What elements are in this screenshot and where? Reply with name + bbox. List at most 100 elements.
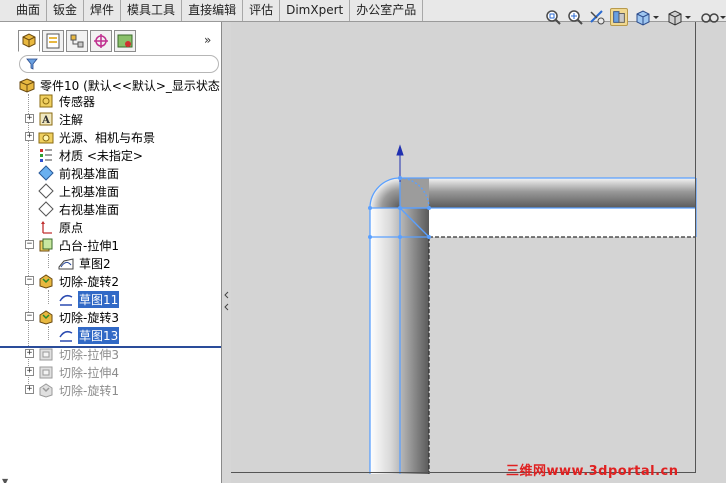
tree-item-top-plane[interactable]: 上视基准面 (38, 182, 120, 200)
tab-dimxpert[interactable]: DimXpert (280, 0, 351, 21)
tab-mold-tools[interactable]: 模具工具 (121, 0, 183, 21)
expand-toggle[interactable]: + (25, 349, 34, 358)
cut-extrude-icon (39, 366, 53, 379)
tree-item-annotations[interactable]: + A 注解 (25, 110, 84, 128)
display-style-icon[interactable] (666, 8, 692, 26)
tree-item-label: 草图11 (78, 290, 120, 308)
tree-item-cut-revolve3[interactable]: − 切除-旋转3 (25, 308, 120, 326)
tree-item-label: 切除-旋转1 (59, 383, 119, 398)
tree-item-label: 材质 <未指定> (59, 148, 143, 163)
cut-revolve-icon (39, 383, 53, 398)
collapse-toggle[interactable]: − (25, 312, 34, 321)
tree-item-label: 上视基准面 (59, 184, 120, 199)
feature-manager-icon (22, 33, 36, 48)
tree-item-label: 草图13 (78, 326, 120, 344)
section-view-icon[interactable] (610, 8, 628, 26)
tree-item-label: 右视基准面 (59, 202, 120, 217)
tree-item-cut-extrude3[interactable]: + 切除-拉伸3 (25, 345, 120, 363)
dimxpert-manager-icon (94, 34, 108, 48)
tree-item-label: 切除-旋转2 (59, 274, 119, 289)
display-manager-tab[interactable] (114, 30, 136, 52)
scroll-down-icon[interactable]: ▼ (2, 477, 8, 483)
sketch-icon (59, 294, 73, 306)
expand-toggle[interactable]: + (25, 385, 34, 394)
heads-up-view-toolbar (540, 4, 726, 30)
property-manager-tab[interactable] (42, 30, 64, 52)
tree-item-label: 草图2 (79, 256, 111, 271)
tree-item-boss-extrude1[interactable]: − 凸台-拉伸1 (25, 236, 120, 254)
tree-item-label: 凸台-拉伸1 (59, 238, 119, 253)
tree-item-label: 切除-拉伸4 (59, 365, 119, 380)
tree-item-cut-revolve1[interactable]: + 切除-旋转1 (25, 381, 120, 399)
plane-icon (38, 165, 54, 181)
filter-icon (26, 58, 38, 70)
tree-item-sensors[interactable]: 传感器 (38, 92, 96, 110)
property-manager-icon (46, 33, 60, 49)
zoom-to-fit-icon[interactable] (544, 8, 562, 26)
tree-item-origin[interactable]: 原点 (38, 218, 84, 236)
part-icon (19, 78, 35, 93)
tree-item-sketch2[interactable]: 草图2 (58, 254, 112, 272)
feature-manager-panel: » 零件10 (默认<<默认>_显示状态 传感器 + A 注解 + 光源、相机与… (0, 22, 222, 483)
tree-item-label: 传感器 (59, 94, 96, 109)
configuration-manager-icon (70, 34, 84, 48)
boss-extrude-icon (39, 238, 53, 252)
panel-splitter[interactable] (222, 22, 231, 483)
inner-face (429, 208, 695, 237)
hide-show-items-icon[interactable] (700, 8, 726, 26)
horizontal-tube[interactable] (400, 178, 696, 208)
plane-icon (38, 201, 54, 217)
model-view[interactable] (222, 22, 726, 483)
expand-toggle[interactable]: + (25, 367, 34, 376)
expand-toggle[interactable]: + (25, 114, 34, 123)
tree-item-sketch11[interactable]: 草图11 (58, 290, 120, 308)
tab-weldments[interactable]: 焊件 (84, 0, 122, 21)
tree-item-label: 光源、相机与布景 (59, 130, 156, 145)
tab-sheet-metal[interactable]: 钣金 (47, 0, 85, 21)
tab-direct-editing[interactable]: 直接编辑 (182, 0, 244, 21)
cut-revolve-icon (39, 310, 53, 325)
cut-extrude-icon (39, 348, 53, 361)
sensor-icon (39, 94, 53, 108)
lights-camera-icon (38, 132, 54, 144)
tab-evaluate[interactable]: 评估 (243, 0, 281, 21)
tree-item-label: 前视基准面 (59, 166, 120, 181)
view-orientation-icon[interactable] (634, 8, 660, 26)
tab-office-products[interactable]: 办公室产品 (350, 0, 424, 21)
previous-view-icon[interactable] (588, 8, 606, 26)
tree-item-label: 切除-拉伸3 (59, 347, 119, 362)
tree-item-label: 切除-旋转3 (59, 310, 119, 325)
sketch-icon (59, 330, 73, 342)
expand-panel-icon[interactable]: » (204, 34, 218, 48)
material-icon (40, 149, 52, 162)
feature-manager-tab[interactable] (18, 30, 40, 52)
panel-tabs (18, 30, 218, 52)
collapse-toggle[interactable]: − (25, 276, 34, 285)
configuration-manager-tab[interactable] (66, 30, 88, 52)
display-manager-icon (117, 34, 133, 48)
tree-item-cut-revolve2[interactable]: − 切除-旋转2 (25, 272, 120, 290)
tree-item-cut-extrude4[interactable]: + 切除-拉伸4 (25, 363, 120, 381)
part-name: 零件10 (默认<<默认>_显示状态 (40, 78, 220, 93)
tree-item-front-plane[interactable]: 前视基准面 (38, 164, 120, 182)
collapse-panel-grip-icon[interactable] (224, 290, 229, 312)
watermark-text: 三维网www.3dportal.cn (506, 464, 679, 479)
tree-item-lights-cameras-scene[interactable]: + 光源、相机与布景 (25, 128, 156, 146)
origin-icon (41, 221, 52, 234)
svg-text:A: A (41, 115, 50, 126)
tree-item-label: 原点 (59, 220, 84, 235)
tree-item-right-plane[interactable]: 右视基准面 (38, 200, 120, 218)
tab-surfaces[interactable]: 曲面 (0, 0, 48, 21)
tree-item-material[interactable]: 材质 <未指定> (38, 146, 144, 164)
tree-item-sketch13[interactable]: 草图13 (58, 326, 120, 344)
annotation-icon: A (39, 112, 53, 126)
dimxpert-manager-tab[interactable] (90, 30, 112, 52)
zoom-to-area-icon[interactable] (566, 8, 584, 26)
graphics-area[interactable] (222, 22, 726, 483)
feature-tree-filter[interactable] (19, 55, 219, 73)
sketch-icon (58, 258, 74, 270)
collapse-toggle[interactable]: − (25, 240, 34, 249)
expand-toggle[interactable]: + (25, 132, 34, 141)
cut-revolve-icon (39, 274, 53, 289)
plane-icon (38, 183, 54, 199)
